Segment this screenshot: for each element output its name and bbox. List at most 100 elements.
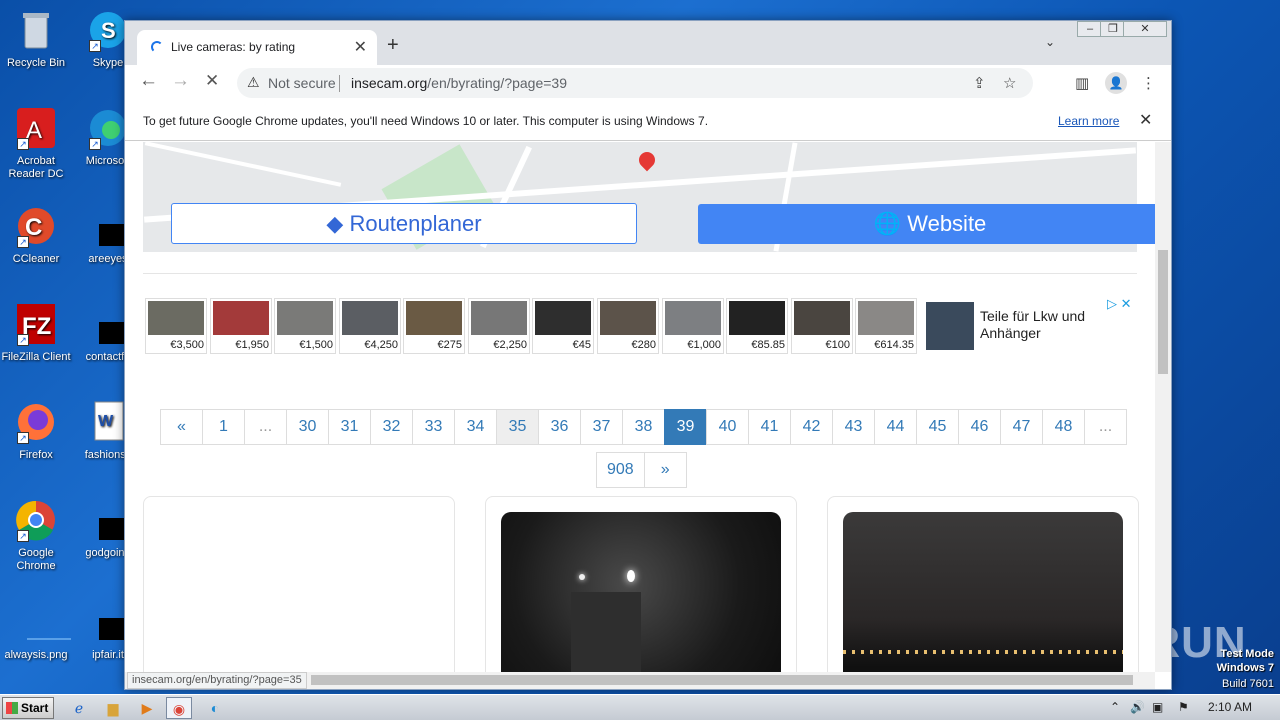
infobar-close-icon[interactable]: ✕ (1139, 110, 1152, 130)
ad-product[interactable]: €2,250 (468, 298, 530, 354)
ie-taskbar-icon[interactable]: ℯ (66, 697, 92, 719)
toolbar: ← → ✕ ⚠ Not secure insecam.org/en/byrati… (125, 65, 1171, 101)
vertical-scrollbar-thumb[interactable] (1158, 250, 1168, 374)
start-button[interactable]: Start (2, 697, 54, 719)
pagination-page[interactable]: 40 (706, 409, 749, 445)
pagination-page[interactable]: 34 (454, 409, 497, 445)
ad-text[interactable]: Teile für Lkw und Anhänger (980, 308, 1090, 342)
ad-product[interactable]: €85.85 (726, 298, 788, 354)
new-tab-icon[interactable]: + (387, 34, 399, 57)
ad-product[interactable]: €614.35 (855, 298, 917, 354)
tab-bar: Live cameras: by rating ✕ + ⌄ ‒ ❐ ✕ (125, 21, 1171, 65)
ad-product[interactable]: €1,950 (210, 298, 272, 354)
desktop-icon-chrome[interactable]: ↗ Google Chrome (0, 498, 72, 573)
star-icon[interactable]: ☆ (1003, 74, 1016, 92)
ad-logo[interactable] (926, 302, 974, 350)
pagination-page[interactable]: 44 (874, 409, 917, 445)
pagination-page[interactable]: 41 (748, 409, 791, 445)
profile-icon[interactable]: 👤 (1105, 72, 1127, 94)
pagination-page[interactable]: 33 (412, 409, 455, 445)
pagination-prev[interactable]: « (160, 409, 203, 445)
camera-card[interactable] (827, 496, 1139, 672)
tab-close-icon[interactable]: ✕ (354, 37, 367, 57)
pagination-page[interactable]: 35 (496, 409, 539, 445)
side-panel-icon[interactable]: ▥ (1075, 74, 1089, 92)
website-button[interactable]: 🌐 Website (698, 204, 1155, 244)
pagination-next[interactable]: » (643, 452, 687, 488)
status-bubble: insecam.org/en/byrating/?page=35 (127, 672, 307, 689)
media-player-taskbar-icon[interactable]: ▶ (134, 697, 160, 719)
ad-product[interactable]: €3,500 (145, 298, 207, 354)
update-infobar: To get future Google Chrome updates, you… (125, 101, 1171, 141)
camera-card[interactable] (143, 496, 455, 672)
volume-icon[interactable]: 🔊 (1130, 700, 1145, 714)
ad-product[interactable]: €1,500 (274, 298, 336, 354)
ad-product[interactable]: €4,250 (339, 298, 401, 354)
edge-taskbar-icon[interactable]: ◐ (202, 697, 228, 719)
share-icon[interactable]: ⇪ (973, 74, 986, 92)
ad-product[interactable]: €275 (403, 298, 465, 354)
learn-more-link[interactable]: Learn more (1058, 114, 1119, 128)
pagination-page[interactable]: 47 (1000, 409, 1043, 445)
camera-light (627, 570, 635, 582)
forward-icon[interactable]: → (171, 70, 190, 92)
image-icon (13, 600, 71, 646)
pagination-page[interactable]: 30 (286, 409, 329, 445)
tab-live-cameras[interactable]: Live cameras: by rating ✕ (137, 30, 377, 65)
pagination-page[interactable]: 46 (958, 409, 1001, 445)
route-planner-button[interactable]: ◆ Routenplaner (171, 203, 637, 244)
pagination-page[interactable]: 31 (328, 409, 371, 445)
back-icon[interactable]: ← (139, 70, 158, 92)
tab-title: Live cameras: by rating (171, 40, 296, 54)
globe-icon: 🌐 (873, 211, 908, 236)
pagination-page[interactable]: 37 (580, 409, 623, 445)
camera-card[interactable] (485, 496, 797, 672)
ad-product[interactable]: €280 (597, 298, 659, 354)
address-bar[interactable]: ⚠ Not secure insecam.org/en/byrating/?pa… (237, 68, 1033, 98)
product-price: €275 (437, 339, 462, 351)
desktop-icon-firefox[interactable]: ↗ Firefox (0, 400, 72, 462)
pagination-page[interactable]: 908 (596, 452, 645, 488)
tray-expand-icon[interactable]: ⌃ (1110, 700, 1120, 714)
pagination-page[interactable]: 43 (832, 409, 875, 445)
loading-spinner-icon (151, 41, 163, 53)
desktop-icon-acrobat[interactable]: A ↗ Acrobat Reader DC (0, 106, 72, 181)
start-label: Start (21, 701, 49, 715)
pagination-page[interactable]: 38 (622, 409, 665, 445)
pagination-page[interactable]: 1 (202, 409, 245, 445)
action-center-flag-icon[interactable]: ⚑ (1178, 700, 1189, 714)
map-embed[interactable]: ◆ Routenplaner 🌐 Website (143, 142, 1155, 252)
network-icon[interactable]: ▣ (1152, 700, 1163, 714)
product-image (148, 301, 204, 335)
ad-product[interactable]: €100 (791, 298, 853, 354)
pagination-page[interactable]: 45 (916, 409, 959, 445)
camera-city-lights (843, 650, 1123, 654)
horizontal-scrollbar-thumb[interactable] (311, 675, 1133, 685)
menu-icon[interactable]: ⋮ (1141, 74, 1156, 92)
clock[interactable]: 2:10 AM (1208, 700, 1252, 714)
close-window-icon[interactable]: ✕ (1123, 21, 1167, 37)
pagination-page[interactable]: 32 (370, 409, 413, 445)
stop-loading-icon[interactable]: ✕ (205, 71, 219, 91)
camera-thumbnail[interactable] (501, 512, 781, 672)
camera-thumbnail[interactable] (843, 512, 1123, 672)
not-secure-label: Not secure (268, 75, 336, 91)
desktop-icon-recycle-bin[interactable]: Recycle Bin (0, 8, 72, 70)
pagination-page[interactable]: 48 (1042, 409, 1085, 445)
adchoices-icon[interactable]: ▷ ✕ (1107, 296, 1132, 312)
desktop-icon-ccleaner[interactable]: C ↗ CCleaner (0, 204, 72, 266)
firefox-icon: ↗ (13, 400, 59, 446)
desktop-icon-alwaysis[interactable]: alwaysis.png (0, 600, 72, 662)
pagination-page[interactable]: 36 (538, 409, 581, 445)
pagination-page[interactable]: 42 (790, 409, 833, 445)
explorer-taskbar-icon[interactable]: ▆ (100, 697, 126, 719)
chrome-taskbar-icon[interactable]: ◉ (166, 697, 192, 719)
desktop-icon-filezilla[interactable]: FZ ↗ FileZilla Client (0, 302, 72, 364)
pagination-page[interactable]: 39 (664, 409, 707, 445)
vertical-scrollbar[interactable] (1155, 142, 1171, 672)
ad-product[interactable]: €45 (532, 298, 594, 354)
product-image (535, 301, 591, 335)
tab-search-chevron-icon[interactable]: ⌄ (1045, 35, 1055, 49)
ad-product[interactable]: €1,000 (662, 298, 724, 354)
filezilla-icon: FZ ↗ (13, 302, 59, 348)
